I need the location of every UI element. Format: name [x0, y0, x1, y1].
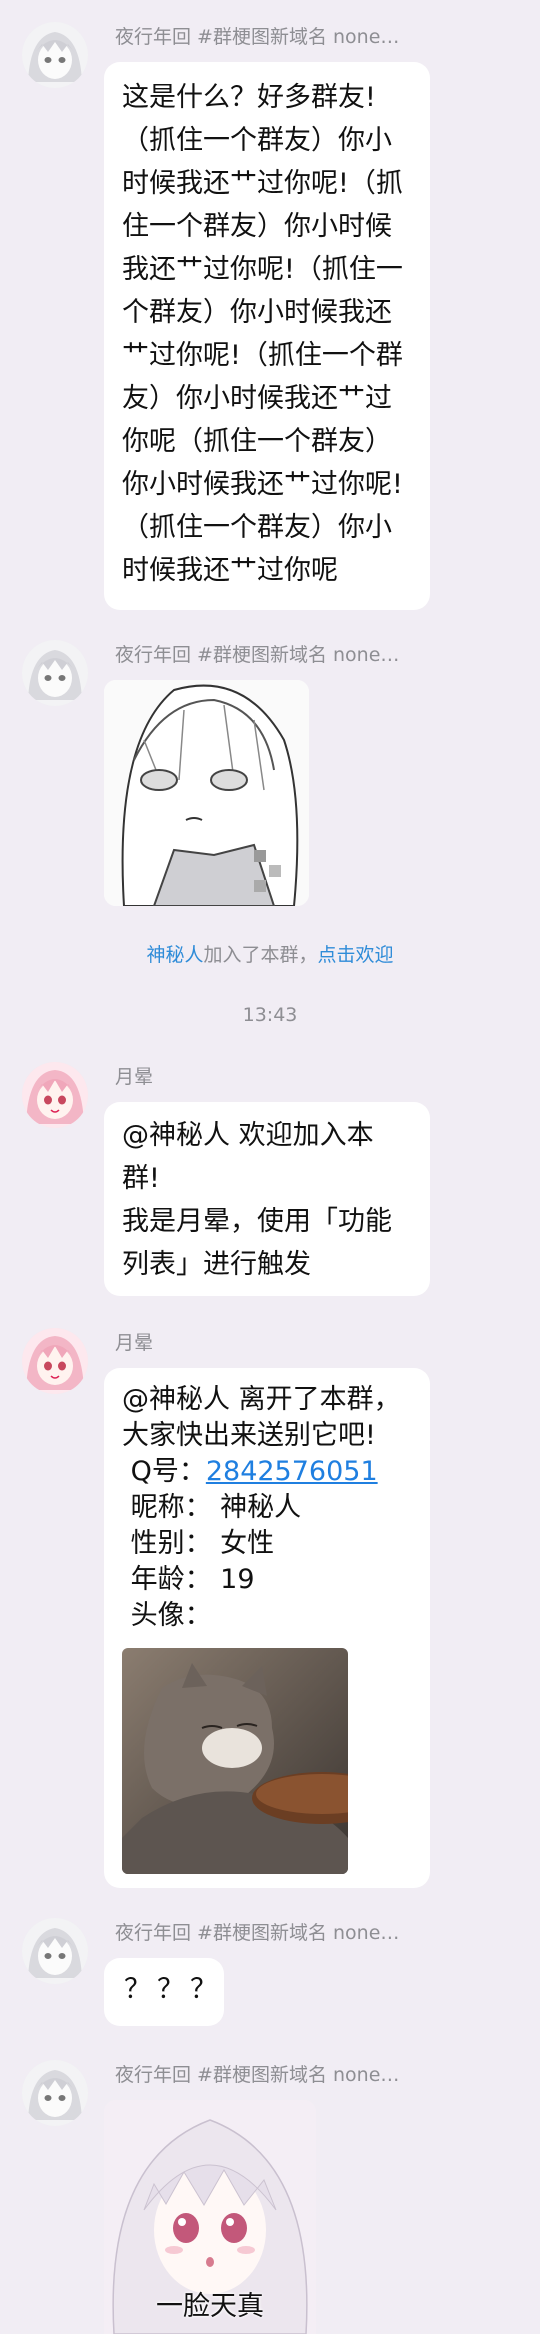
qq-number-line: Q号：2842576051 — [122, 1454, 430, 1490]
qq-label: Q号： — [122, 1456, 206, 1487]
qq-number-link[interactable]: 2842576051 — [206, 1456, 378, 1487]
sender-name: 夜行年回 #群梗图新域名 none… — [115, 2064, 400, 2086]
sticker-image[interactable]: 一脸天真 — [104, 2100, 316, 2334]
message-text: @神秘人 欢迎加入本 群! 我是月晕，使用「功能 列表」进行触发 — [122, 1120, 392, 1280]
leave-card-bubble[interactable]: @神秘人 离开了本群， 大家快出来送别它吧! Q号：2842576051 昵称：… — [104, 1368, 430, 1888]
avatar[interactable] — [22, 22, 88, 88]
sender-name: 月晕 — [115, 1332, 154, 1354]
nickname-line: 昵称： 神秘人 — [122, 1492, 302, 1523]
sender-name: 夜行年回 #群梗图新域名 none… — [115, 1922, 400, 1944]
anime-avatar-icon — [22, 22, 88, 88]
anime-avatar-icon — [22, 640, 88, 706]
cat-photo[interactable] — [122, 1648, 348, 1874]
manga-girl-image — [104, 680, 309, 906]
welcome-link[interactable]: 点击欢迎 — [318, 944, 394, 966]
join-text: 加入了本群， — [203, 944, 318, 966]
avatar[interactable] — [22, 2060, 88, 2126]
system-join-notice: 神秘人加入了本群，点击欢迎 — [0, 940, 540, 967]
message-bubble[interactable]: ？？？ — [104, 1958, 224, 2026]
leave-notice-text: @神秘人 离开了本群， 大家快出来送别它吧! — [122, 1384, 401, 1451]
anime-avatar-icon — [22, 2060, 88, 2126]
gender-line: 性别： 女性 — [122, 1528, 275, 1559]
sender-name: 夜行年回 #群梗图新域名 none… — [115, 644, 400, 666]
message-text: ？？？ — [124, 1974, 223, 2005]
anime-avatar-icon — [22, 1918, 88, 1984]
avatar[interactable] — [22, 640, 88, 706]
avatar[interactable] — [22, 1328, 88, 1394]
pink-anime-avatar-icon — [22, 1328, 88, 1394]
avatar[interactable] — [22, 1062, 88, 1128]
manga-image[interactable] — [104, 680, 309, 906]
timestamp: 13:43 — [242, 1004, 298, 1026]
message-text: 这是什么？好多群友! （抓住一个群友）你小 时候我还艹过你呢!（抓 住一个群友）… — [122, 82, 403, 586]
sender-name: 月晕 — [115, 1066, 154, 1088]
sender-name: 夜行年回 #群梗图新域名 none… — [115, 26, 400, 48]
message-bubble[interactable]: @神秘人 欢迎加入本 群! 我是月晕，使用「功能 列表」进行触发 — [104, 1102, 430, 1296]
sticker-caption: 一脸天真 — [156, 2291, 264, 2322]
joined-user-link[interactable]: 神秘人 — [146, 944, 203, 966]
message-bubble[interactable]: 这是什么？好多群友! （抓住一个群友）你小 时候我还艹过你呢!（抓 住一个群友）… — [104, 62, 430, 610]
pink-anime-avatar-icon — [22, 1062, 88, 1128]
cat-photo-image — [122, 1648, 348, 1874]
avatar[interactable] — [22, 1918, 88, 1984]
avatar-label-line: 头像： — [122, 1600, 212, 1631]
age-line: 年龄： 19 — [122, 1564, 255, 1595]
